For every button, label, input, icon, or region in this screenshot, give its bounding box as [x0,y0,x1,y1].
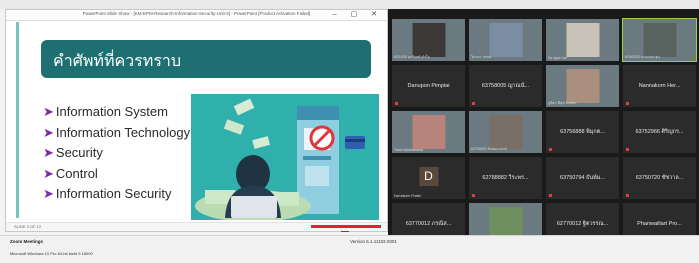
participant-video [643,23,676,57]
participant-name: Nannakorn Her... [638,83,681,89]
participant-name: Phanwaillart Pro... [637,221,682,227]
illustration-svg [195,98,365,222]
zoom-gallery-view: 62/1005 นุจรินทร์ คำใจ วิภาดา วรรณ Vy ngoc… [388,9,699,245]
participant-caption: Vy ngoc Lan [548,56,568,60]
bullet-item: ➤ Control [43,165,98,181]
participant-caption: ภูษิตา มีสุข Sunee ... [548,101,580,105]
participant-tile[interactable]: 63756888 พิมุกต... [546,111,619,153]
participant-tile[interactable]: Nannakorn Her... [623,65,696,107]
participant-caption: Darunkorn Pratet [394,194,421,198]
powerpoint-window: PowerPoint Slide Show - [KM-EPM-Research… [5,9,388,232]
participant-tile[interactable]: 62750030 ลักษณาภรณ์ [469,111,542,153]
participant-tile[interactable]: Vy ngoc Lan [546,19,619,61]
participant-tile[interactable]: 63750720 ชัชวาล... [623,157,696,199]
ppt-status-bar: SLIDE 3 OF 12 [6,222,387,231]
bullet-item: ➤ Information System [43,104,168,119]
participant-tile[interactable]: 63750794 ธันพ์ม... [546,157,619,199]
participant-caption: 62/5/2022 ดวงกมล ชุ่ม [625,55,660,59]
slide[interactable]: คำศัพท์ที่ควรทราบ ➤ Information System ➤ I… [16,22,380,232]
muted-mic-icon [549,148,552,151]
slideshow-controls[interactable] [311,225,381,228]
arrow-bullet-icon: ➤ [43,145,54,160]
hacker-with-laptop-icon [225,155,281,218]
participant-tile[interactable]: D Darunkorn Pratet [392,157,465,199]
muted-mic-icon [626,148,629,151]
participant-caption: วิภาดา วรรณ [471,55,492,59]
participant-video [412,115,445,149]
participant-tile[interactable]: 62/1005 นุจรินทร์ คำใจ [392,19,465,61]
bullet-item: ➤ Information Security [43,186,172,201]
muted-mic-icon [549,194,552,197]
bullet-list: ➤ Information System ➤ Information Technol… [43,102,190,205]
os-info: Microsoft Windows 10 Pro 64-bit build 9.… [10,251,93,256]
participant-video [489,23,522,57]
participant-name: 63750794 ธันพ์ม... [560,175,605,181]
hacker-illustration [191,94,379,222]
participant-name: 63752966 ศิริญกร... [635,129,684,135]
slide-title: คำศัพท์ที่ควรทราบ [53,53,182,70]
participant-tile[interactable]: 63758005 ญาณนั... [469,65,542,107]
participant-name: 62770012 ฐิตวรรณ... [556,221,609,227]
participant-name: 63756888 พิมุกต... [560,129,605,135]
participant-video [566,23,599,57]
ppt-titlebar: PowerPoint Slide Show - [KM-EPM-Research… [6,10,387,21]
participant-tile[interactable]: วิภาดา วรรณ [469,19,542,61]
participant-caption: Tane Kanchanasra [394,148,424,152]
muted-mic-icon [472,102,475,105]
participant-name: 62788882 วีระพร... [482,175,529,181]
top-strip [0,0,699,9]
window-controls[interactable]: – ▢ ✕ [333,10,383,18]
bullet-item: ➤ Information Technology [43,124,191,140]
participant-video [489,115,522,149]
participant-name: 63758005 ญาณนั... [481,83,530,89]
ppt-window-title: PowerPoint Slide Show - [KM-EPM-Research… [82,11,311,16]
money-bills-icon [223,98,271,149]
slide-counter: SLIDE 3 OF 12 [14,224,42,229]
participant-name: 63750720 ชัชวาล... [635,175,684,181]
participant-tile[interactable]: 62/5/2022 ดวงกมล ชุ่ม [622,18,697,62]
participant-tile[interactable]: 62788882 วีระพร... [469,157,542,199]
muted-mic-icon [626,194,629,197]
muted-mic-icon [472,194,475,197]
participant-avatar: D [419,166,438,186]
participant-tile[interactable]: Danupon Pimpiai [392,65,465,107]
participant-tile[interactable]: 63752966 ศิริญกร... [623,111,696,153]
arrow-bullet-icon: ➤ [43,104,54,119]
app-name: Zoom Meetings [10,239,44,244]
prohibition-sign-icon [309,125,335,151]
arrow-bullet-icon: ➤ [43,124,54,140]
muted-mic-icon [626,102,629,105]
slide-title-box: คำศัพท์ที่ควรทราบ [41,40,371,78]
credit-card-icon [345,136,365,149]
muted-mic-icon [395,102,398,105]
participant-tile[interactable]: ภูษิตา มีสุข Sunee ... [546,65,619,107]
participant-tile[interactable]: Tane Kanchanasra [392,111,465,153]
participant-video [566,69,599,103]
participant-caption: 62/1005 นุจรินทร์ คำใจ [394,55,430,59]
participant-caption: 62750030 ลักษณาภรณ์ [471,147,507,151]
arrow-bullet-icon: ➤ [43,186,54,201]
atm-machine-icon [297,106,339,214]
bullet-item: ➤ Security [43,145,103,160]
zoom-info-bar: Zoom Meetings Version 5.1.11102.0301 Mic… [0,235,699,263]
app-version: Version 5.1.11102.0301 [350,239,397,244]
arrow-bullet-icon: ➤ [43,165,54,181]
participant-name: 63770012 ภรณิส... [405,221,452,227]
participant-name: Danupon Pimpiai [407,83,450,89]
participant-video [412,23,445,57]
